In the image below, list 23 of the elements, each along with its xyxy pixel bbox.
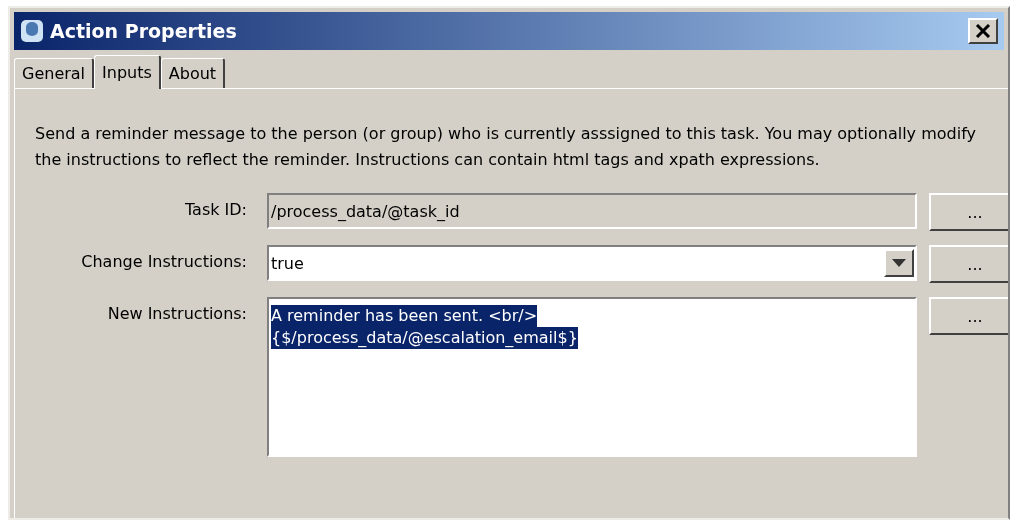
field-label: Task ID: — [183, 199, 248, 219]
text-area[interactable]: A reminder has been sent. <br/> {$/process_data/@escalation_email$} — [267, 297, 917, 457]
app-logo-icon — [20, 19, 44, 43]
dropdown-button[interactable] — [884, 249, 914, 277]
browse-button[interactable]: ... — [929, 297, 1008, 335]
window-title: Action Properties — [50, 20, 237, 42]
close-button[interactable] — [968, 18, 998, 44]
dropdown-field[interactable]: true — [267, 245, 917, 281]
field-value: true — [271, 253, 304, 275]
browse-button[interactable]: ... — [929, 245, 1008, 283]
caret-icon[interactable] — [892, 259, 906, 267]
close-icon[interactable] — [975, 24, 991, 38]
field-value: A reminder has been sent. <br/> — [271, 305, 538, 327]
field-label: Change Instructions: — [80, 251, 248, 271]
tab[interactable]: General — [14, 58, 95, 88]
field-value: /process_data/@task_id — [271, 201, 460, 223]
input-field[interactable]: /process_data/@task_id — [267, 193, 917, 229]
description-text: Send a reminder message to the person (or group) who is currently asssigned to this task. You may optionally modify the instructions to reflect the reminder. Instructions can contain html tags and xpath expressions. — [35, 123, 977, 171]
field-value: {$/process_data/@escalation_email$} — [271, 327, 578, 349]
tab[interactable]: About — [160, 58, 226, 88]
browse-button[interactable]: ... — [929, 193, 1008, 231]
tab[interactable]: Inputs — [94, 55, 161, 89]
field-label: New Instructions: — [106, 303, 248, 323]
